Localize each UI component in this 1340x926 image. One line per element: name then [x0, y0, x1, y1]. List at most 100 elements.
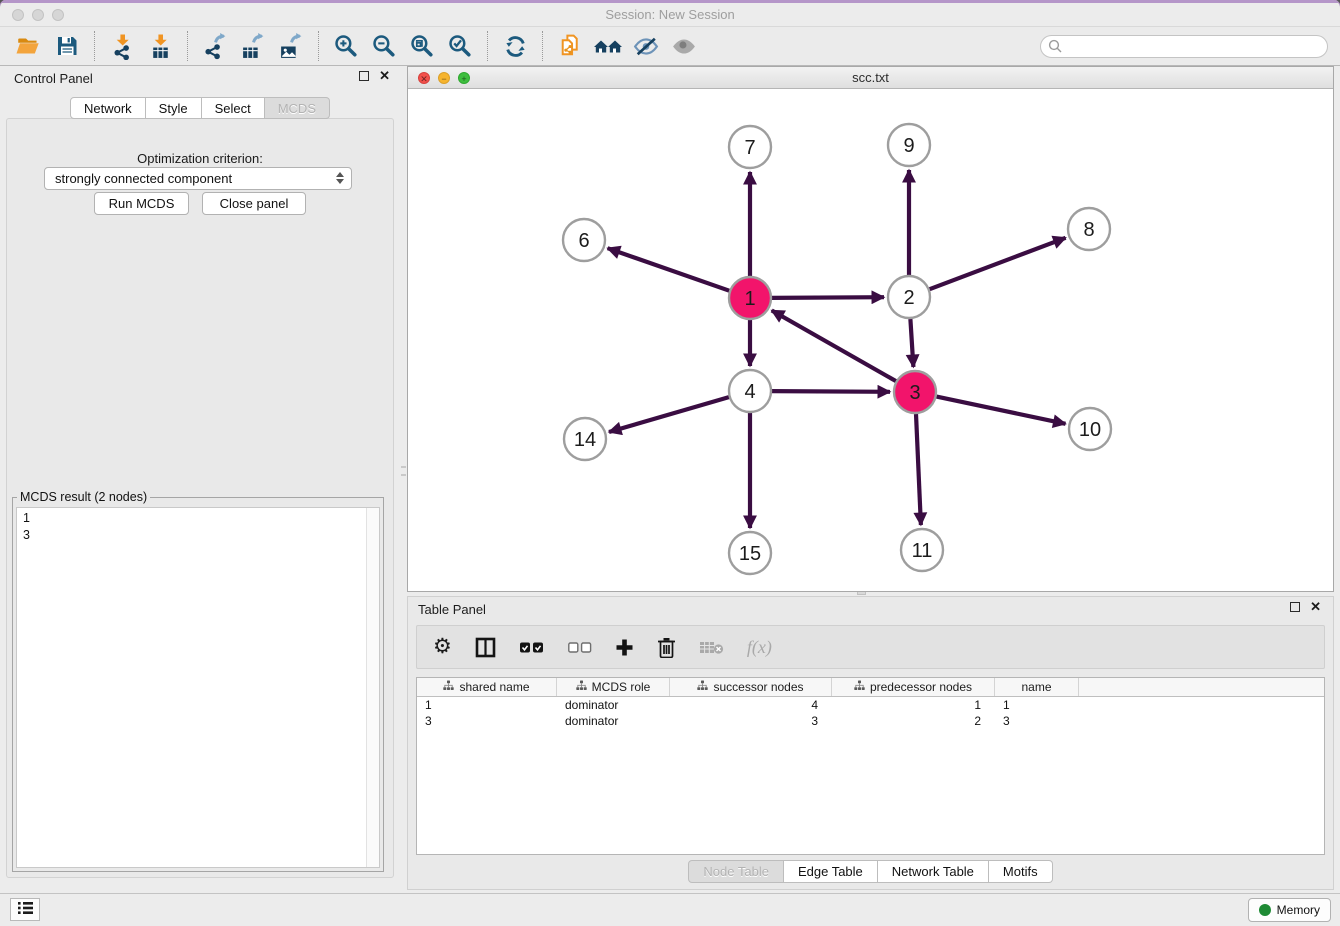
- import-network-icon[interactable]: [103, 30, 141, 62]
- column-header-successor-nodes[interactable]: successor nodes: [670, 678, 832, 696]
- mcds-result-scrollbar[interactable]: [366, 508, 379, 867]
- tab-edge-table[interactable]: Edge Table: [784, 860, 878, 883]
- gear-icon[interactable]: ⚙: [433, 632, 452, 662]
- node-label-1: 1: [744, 288, 755, 310]
- float-table-panel-icon[interactable]: [1290, 602, 1300, 612]
- edge-2-to-3[interactable]: [910, 319, 913, 367]
- mcds-result-line: 1: [23, 510, 30, 527]
- edge-1-to-2[interactable]: [772, 297, 884, 298]
- table-panel-header: Table Panel ✕: [408, 597, 1333, 623]
- select-all-icon[interactable]: [519, 632, 544, 662]
- vertical-splitter-grip[interactable]: [401, 460, 406, 482]
- table-header-row: shared nameMCDS rolesuccessor nodesprede…: [417, 678, 1324, 697]
- edge-4-to-14[interactable]: [609, 397, 729, 432]
- edge-4-to-3[interactable]: [772, 391, 890, 392]
- task-history-button[interactable]: [10, 898, 40, 921]
- memory-status-button[interactable]: Memory: [1248, 898, 1331, 922]
- mcds-result-line: 3: [23, 527, 30, 544]
- table-cell[interactable]: 3: [995, 713, 1079, 729]
- table-cell[interactable]: 4: [670, 697, 832, 713]
- close-table-panel-icon[interactable]: ✕: [1310, 602, 1321, 612]
- save-session-icon[interactable]: [48, 30, 86, 62]
- hide-selected-icon[interactable]: [627, 30, 665, 62]
- network-window-titlebar[interactable]: ✕ − + scc.txt: [408, 67, 1333, 89]
- export-image-icon[interactable]: [272, 30, 310, 62]
- column-header-predecessor-nodes[interactable]: predecessor nodes: [832, 678, 995, 696]
- zoom-fit-icon[interactable]: [403, 30, 441, 62]
- refresh-icon[interactable]: [496, 30, 534, 62]
- status-bar: Memory: [0, 893, 1340, 926]
- tab-node-table[interactable]: Node Table: [688, 860, 784, 883]
- tab-style[interactable]: Style: [146, 97, 202, 119]
- search-input[interactable]: [1040, 35, 1328, 58]
- table-cell[interactable]: 1: [832, 697, 995, 713]
- show-all-icon[interactable]: [665, 30, 703, 62]
- table-cell[interactable]: dominator: [557, 713, 670, 729]
- export-table-icon[interactable]: [234, 30, 272, 62]
- import-table-icon[interactable]: [141, 30, 179, 62]
- edge-1-to-6[interactable]: [608, 248, 730, 291]
- toolbar-separator: [94, 31, 95, 61]
- node-label-8: 8: [1083, 219, 1094, 241]
- close-panel-button[interactable]: Close panel: [202, 192, 306, 215]
- toolbar-separator: [542, 31, 543, 61]
- node-label-14: 14: [574, 429, 596, 451]
- edge-2-to-8[interactable]: [930, 238, 1066, 289]
- table-cell[interactable]: 2: [832, 713, 995, 729]
- table-cell[interactable]: 1: [995, 697, 1079, 713]
- shared-column-icon: [576, 680, 587, 694]
- node-label-2: 2: [903, 287, 914, 309]
- network-view-window: ✕ − + scc.txt 7968124314101511: [407, 66, 1334, 592]
- run-mcds-button[interactable]: Run MCDS: [94, 192, 189, 215]
- mcds-result-textarea[interactable]: 13: [16, 507, 380, 868]
- column-header-name[interactable]: name: [995, 678, 1079, 696]
- mcds-result-title: MCDS result (2 nodes): [17, 490, 150, 504]
- tab-motifs[interactable]: Motifs: [989, 860, 1053, 883]
- edge-3-to-10[interactable]: [937, 397, 1066, 424]
- application-window: Session: New Session Control Panel ✕ Net…: [0, 0, 1340, 926]
- edge-3-to-1[interactable]: [772, 310, 896, 381]
- edge-3-to-11[interactable]: [916, 414, 921, 525]
- zoom-in-icon[interactable]: [327, 30, 365, 62]
- table-cell[interactable]: 3: [670, 713, 832, 729]
- tab-mcds[interactable]: MCDS: [265, 97, 330, 119]
- optimization-criterion-dropdown[interactable]: strongly connected component: [44, 167, 352, 190]
- table-body: 1dominator4113dominator323: [417, 697, 1324, 729]
- first-neighbors-icon[interactable]: [589, 30, 627, 62]
- shared-column-icon: [854, 680, 865, 694]
- node-table: shared nameMCDS rolesuccessor nodesprede…: [416, 677, 1325, 855]
- tab-select[interactable]: Select: [202, 97, 265, 119]
- export-network-icon[interactable]: [196, 30, 234, 62]
- node-label-9: 9: [903, 135, 914, 157]
- table-cell[interactable]: 1: [417, 697, 557, 713]
- title-bar: Session: New Session: [0, 3, 1340, 27]
- window-accent-border: [0, 0, 1340, 3]
- delete-column-icon[interactable]: [657, 632, 676, 662]
- table-panel-tabs: Node TableEdge TableNetwork TableMotifs: [688, 860, 1052, 883]
- node-label-15: 15: [739, 543, 761, 565]
- column-header-label: name: [1021, 680, 1051, 694]
- table-cell[interactable]: dominator: [557, 697, 670, 713]
- close-panel-icon[interactable]: ✕: [379, 71, 390, 81]
- network-canvas-svg[interactable]: 7968124314101511: [408, 89, 1333, 591]
- formula-builder-icon: f(x): [747, 632, 772, 662]
- add-column-icon[interactable]: [615, 632, 634, 662]
- split-columns-icon[interactable]: [475, 632, 496, 662]
- node-label-3: 3: [909, 382, 920, 404]
- float-panel-icon[interactable]: [359, 71, 369, 81]
- mcds-result-group: MCDS result (2 nodes) 13: [12, 490, 384, 872]
- delete-table-icon: [699, 632, 724, 662]
- tab-network[interactable]: Network: [70, 97, 146, 119]
- open-session-icon[interactable]: [10, 30, 48, 62]
- new-network-from-selection-icon[interactable]: [551, 30, 589, 62]
- node-label-4: 4: [744, 381, 755, 403]
- zoom-selected-icon[interactable]: [441, 30, 479, 62]
- table-cell[interactable]: 3: [417, 713, 557, 729]
- node-label-11: 11: [912, 540, 933, 562]
- column-header-shared-name[interactable]: shared name: [417, 678, 557, 696]
- tab-network-table[interactable]: Network Table: [878, 860, 989, 883]
- column-header-MCDS-role[interactable]: MCDS role: [557, 678, 670, 696]
- zoom-out-icon[interactable]: [365, 30, 403, 62]
- deselect-all-icon[interactable]: [567, 632, 592, 662]
- memory-label: Memory: [1277, 903, 1320, 917]
